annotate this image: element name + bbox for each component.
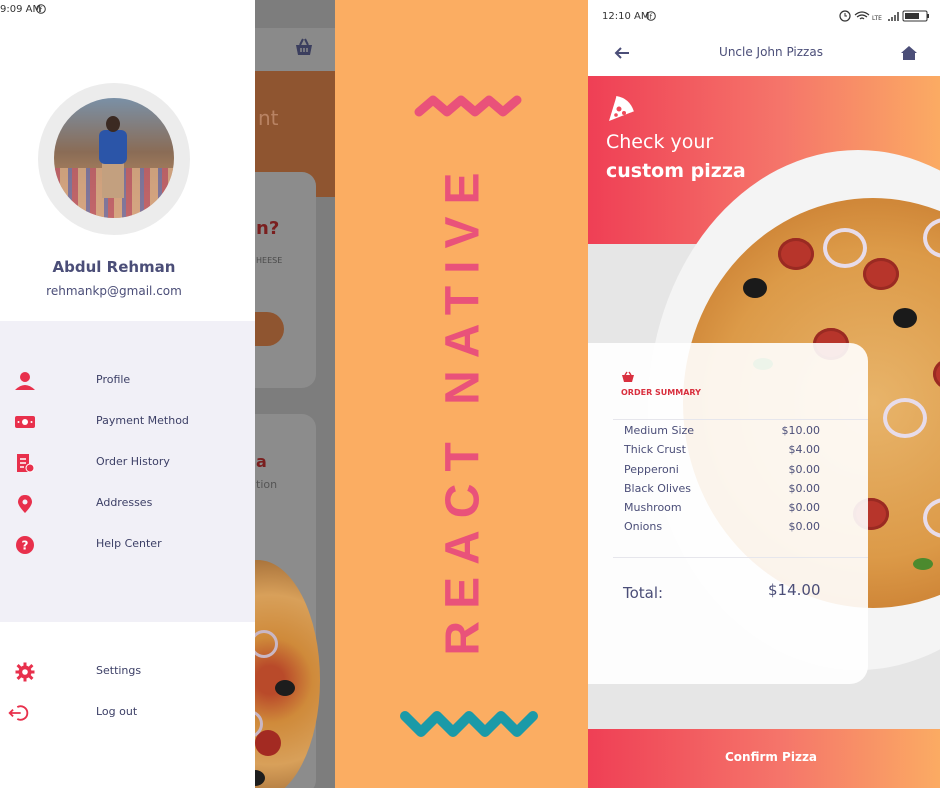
background-hero-text: nt	[258, 106, 279, 130]
react-native-banner: REACT NATIVE	[335, 0, 588, 788]
order-summary-title: ORDER SUMMARY	[621, 388, 701, 397]
divider	[613, 557, 868, 558]
receipt-icon	[17, 454, 35, 473]
navigation-drawer: 9:09 AM f Abdul Rehman rehmankp@gmail.co…	[0, 0, 255, 788]
status-time: 9:09 AM	[0, 4, 42, 15]
menu-item-label: Settings	[96, 664, 142, 677]
showcase-canvas: nt n? HEESE a tion 9:09 AM f Abdul Rehma…	[0, 0, 940, 788]
order-item-row: Mushroom $0.00	[624, 501, 820, 519]
svg-text:?: ?	[22, 539, 29, 553]
basket-icon	[622, 371, 634, 382]
item-price: $4.00	[788, 443, 821, 456]
item-price: $0.00	[788, 501, 821, 514]
left-phone-screen: nt n? HEESE a tion 9:09 AM f Abdul Rehma…	[0, 0, 335, 788]
item-price: $0.00	[788, 482, 821, 495]
menu-item-log-out[interactable]: Log out	[0, 699, 255, 727]
menu-item-label: Order History	[96, 455, 170, 468]
order-item-row: Pepperoni $0.00	[624, 463, 820, 481]
menu-item-settings[interactable]: Settings	[0, 658, 255, 686]
menu-item-help-center[interactable]: ? Help Center	[0, 531, 255, 559]
menu-item-payment-method[interactable]: Payment Method	[0, 408, 255, 436]
nav-title: Uncle John Pizzas	[719, 45, 823, 59]
menu-item-label: Addresses	[96, 496, 153, 509]
item-name: Medium Size	[624, 424, 695, 437]
location-pin-icon	[18, 495, 32, 513]
user-icon	[15, 372, 35, 390]
divider	[613, 419, 868, 420]
confirm-pizza-button[interactable]: Confirm Pizza	[588, 729, 940, 788]
menu-item-label: Profile	[96, 373, 131, 386]
user-email: rehmankp@gmail.com	[46, 284, 182, 298]
item-name: Pepperoni	[624, 463, 679, 476]
item-price: $0.00	[788, 463, 821, 476]
facebook-notification-icon: f	[36, 4, 46, 14]
logout-icon	[8, 705, 29, 721]
pizza-slice-icon	[609, 96, 634, 121]
item-name: Mushroom	[624, 501, 682, 514]
menu-item-profile[interactable]: Profile	[0, 367, 255, 395]
status-time: 12:10 AM	[602, 11, 650, 22]
hero-heading-line2: custom pizza	[606, 160, 746, 182]
total-label: Total:	[623, 584, 664, 602]
order-item-row: Onions $0.00	[624, 520, 820, 538]
order-item-row: Black Olives $0.00	[624, 482, 820, 500]
menu-item-label: Log out	[96, 705, 138, 718]
order-item-row: Thick Crust $4.00	[624, 443, 820, 461]
background-subtitle-text: tion	[256, 478, 278, 491]
basket-icon[interactable]	[294, 38, 314, 56]
drawer-menu: Profile Payment Method Order History Add…	[0, 321, 255, 622]
top-nav-bar: Uncle John Pizzas	[588, 30, 940, 76]
zigzag-bottom-decoration	[400, 711, 538, 737]
hero-heading: Check your custom pizza	[606, 128, 746, 186]
total-value: $14.00	[768, 581, 821, 599]
avatar[interactable]	[54, 98, 174, 218]
menu-item-addresses[interactable]: Addresses	[0, 490, 255, 518]
right-phone-screen: 12:10 AM f LTE Uncle John Pizzas Check y…	[588, 0, 940, 788]
order-item-row: Medium Size $10.00	[624, 424, 820, 442]
background-cheese-text: HEESE	[256, 256, 283, 265]
zigzag-top-decoration	[414, 95, 522, 117]
status-bar: 12:10 AM f LTE	[588, 0, 940, 30]
svg-text:LTE: LTE	[872, 15, 882, 22]
user-name: Abdul Rehman	[52, 258, 176, 276]
facebook-notification-icon: f	[646, 11, 656, 21]
item-price: $10.00	[781, 424, 821, 437]
order-summary-card: ORDER SUMMARY Medium Size $10.00 Thick C…	[588, 343, 868, 684]
menu-item-label: Payment Method	[96, 414, 189, 427]
payment-card-icon	[15, 416, 35, 428]
item-price: $0.00	[788, 520, 821, 533]
status-icons: LTE	[839, 10, 929, 22]
item-name: Black Olives	[624, 482, 692, 495]
gear-icon	[15, 662, 35, 682]
item-name: Thick Crust	[624, 443, 686, 456]
background-question-text: n?	[256, 218, 280, 239]
menu-item-label: Help Center	[96, 537, 162, 550]
confirm-pizza-label: Confirm Pizza	[724, 750, 818, 764]
menu-item-order-history[interactable]: Order History	[0, 449, 255, 477]
hero-heading-line1: Check your	[606, 131, 714, 153]
item-name: Onions	[624, 520, 663, 533]
home-icon[interactable]	[900, 45, 918, 61]
help-icon: ?	[16, 536, 34, 554]
background-title-text: a	[256, 452, 267, 471]
react-native-title: REACT NATIVE	[436, 160, 490, 656]
